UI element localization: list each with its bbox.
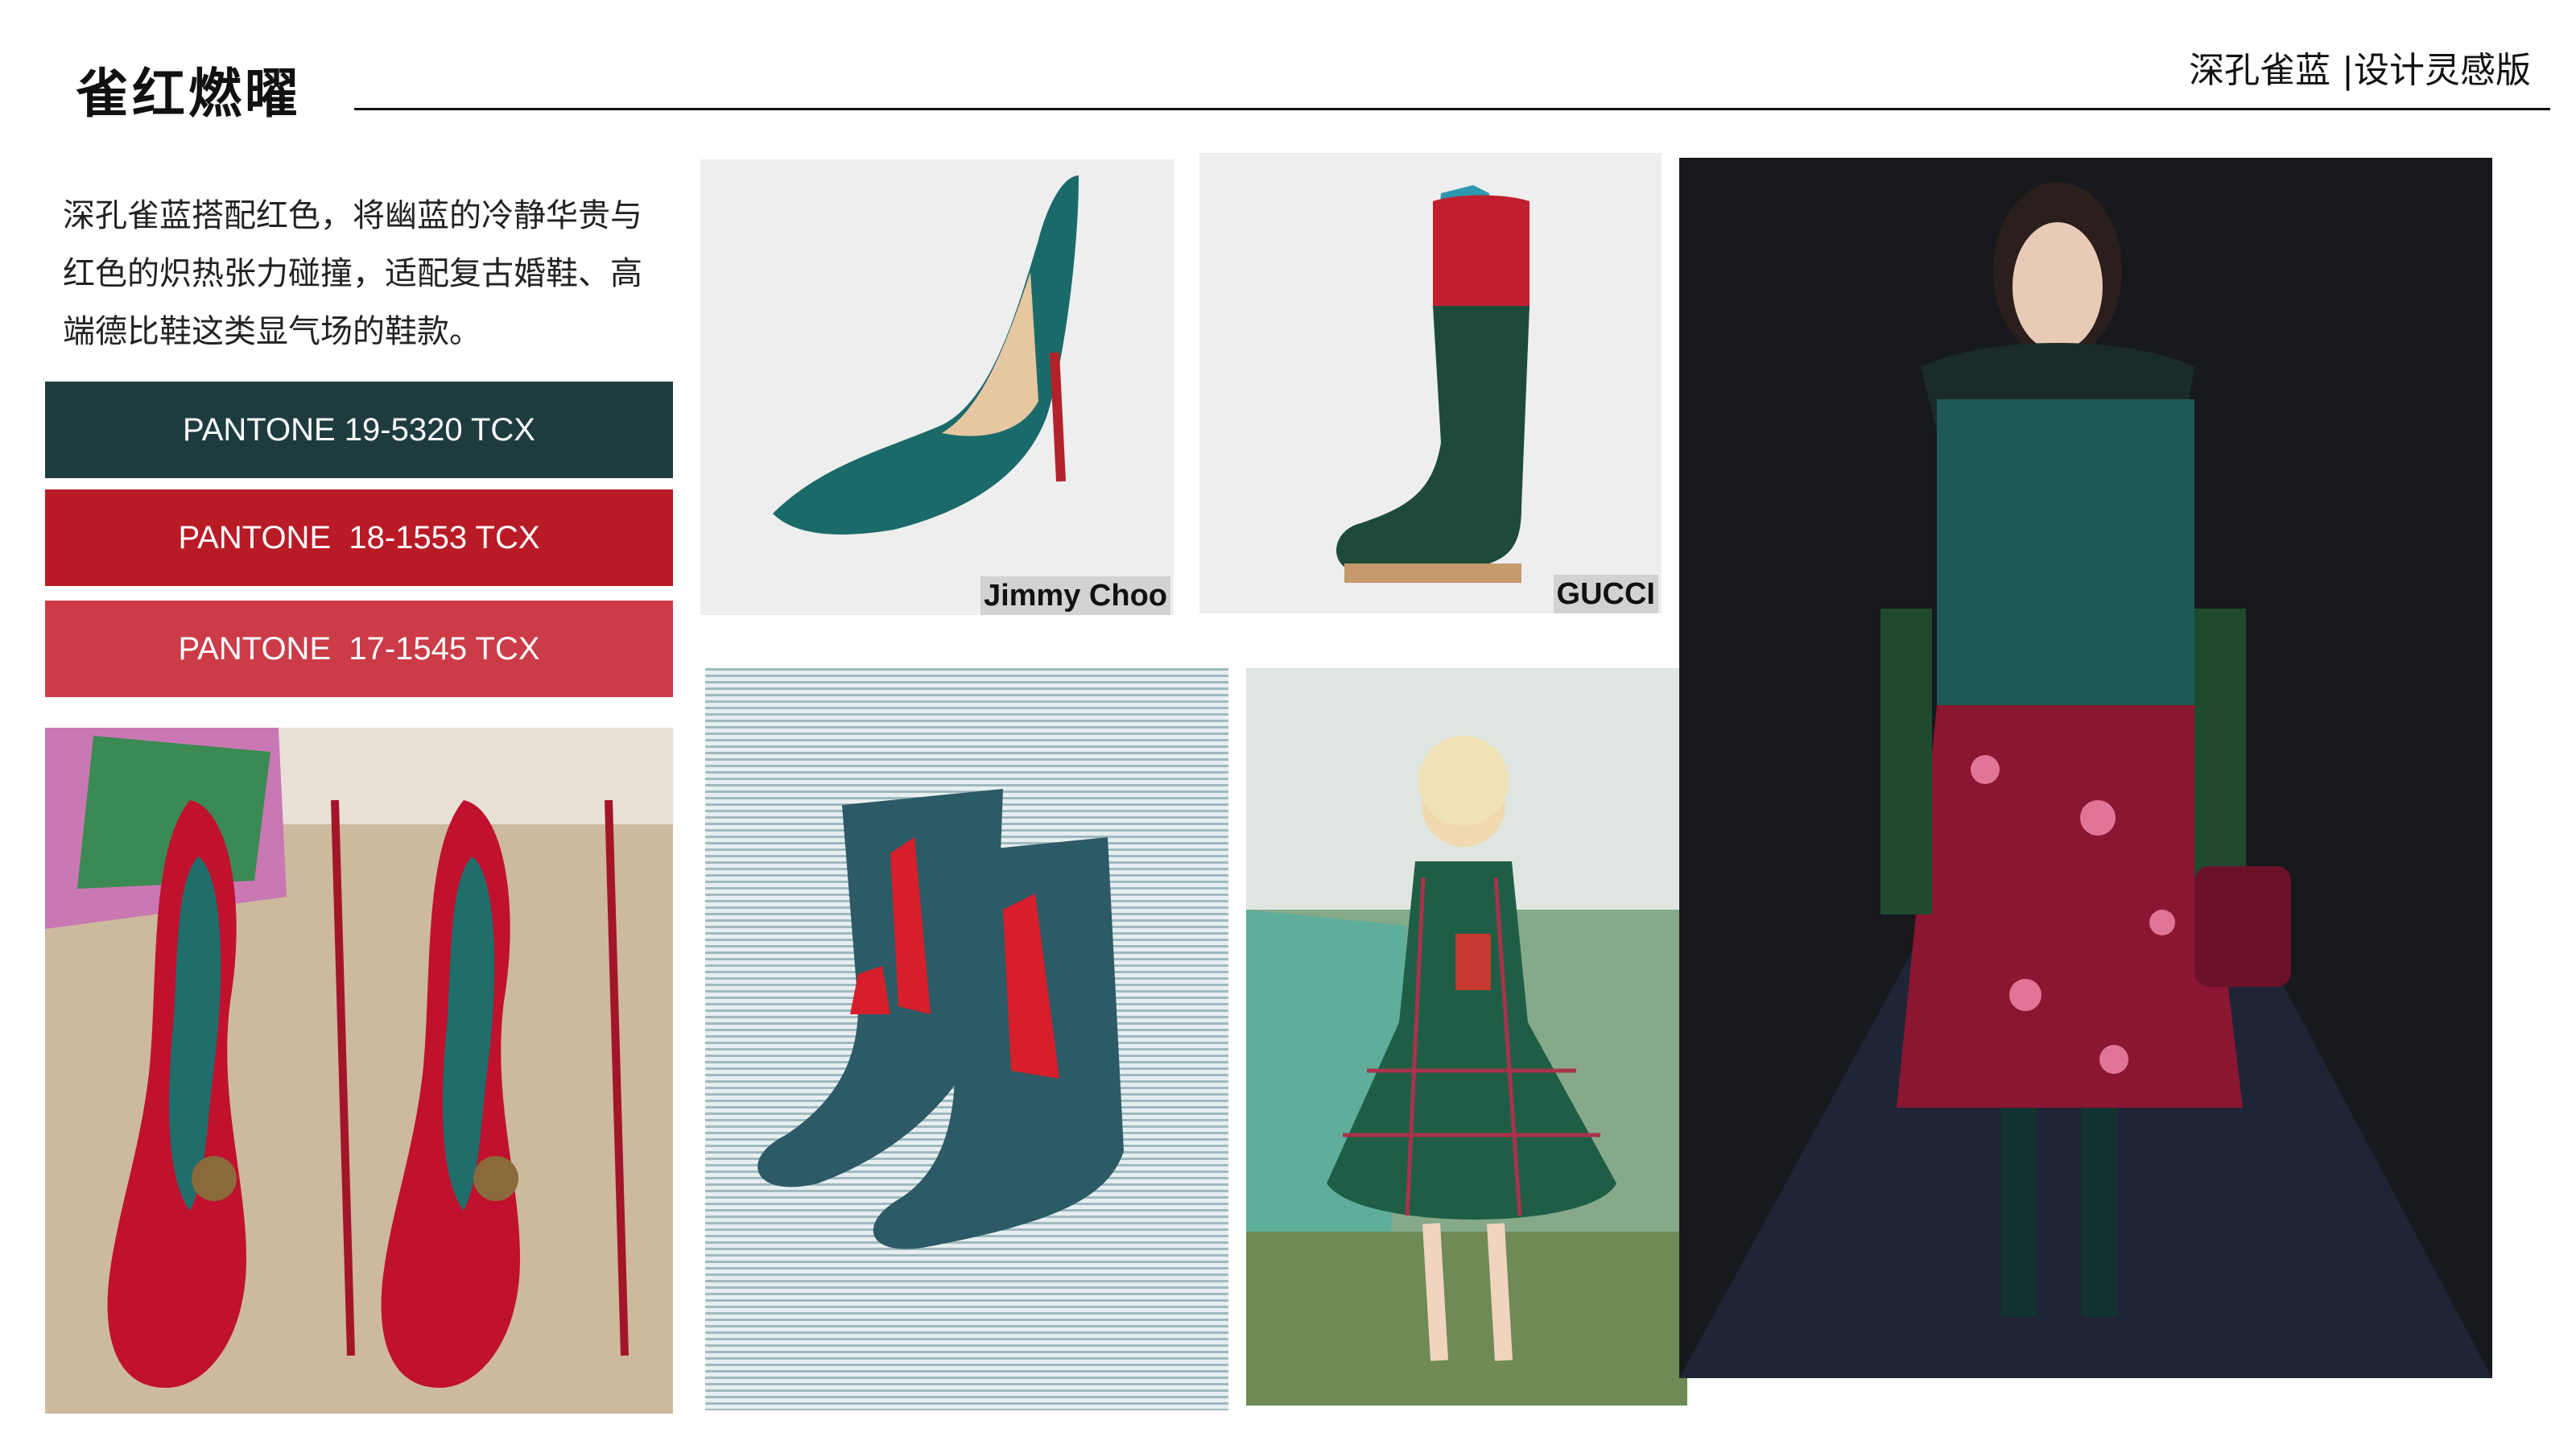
- page-title: 雀红燃曜: [76, 63, 301, 125]
- description-line: 端德比鞋这类显气场的鞋款。: [63, 313, 481, 350]
- color-swatch-peacock: PANTONE 19-5320 TCX: [45, 382, 673, 478]
- runway-look-photo: [1679, 158, 2492, 1378]
- color-swatch-pink-red: PANTONE 17-1545 TCX: [45, 601, 673, 697]
- description-text: 深孔雀蓝搭配红色，将幽蓝的冷静华贵与 红色的炽热张力碰撞，适配复古婚鞋、高 端德…: [63, 187, 675, 361]
- description-line: 深孔雀蓝搭配红色，将幽蓝的冷静华贵与: [63, 197, 642, 234]
- brand-label-jimmy-choo: Jimmy Choo: [980, 576, 1170, 615]
- red-sandals-photo: [45, 728, 673, 1414]
- header-subtitle: 深孔雀蓝 |设计灵感版: [2189, 50, 2531, 91]
- suede-boots-photo: [705, 668, 1228, 1410]
- plaid-dress-photo: [1246, 668, 1687, 1406]
- header-divider: [354, 108, 2550, 110]
- description-line: 红色的炽热张力碰撞，适配复古婚鞋、高: [63, 255, 642, 292]
- brand-label-gucci: GUCCI: [1553, 575, 1658, 613]
- green-boot-photo: GUCCI: [1199, 153, 1662, 613]
- teal-pump-photo: Jimmy Choo: [700, 159, 1174, 615]
- color-swatch-red: PANTONE 18-1553 TCX: [45, 489, 673, 586]
